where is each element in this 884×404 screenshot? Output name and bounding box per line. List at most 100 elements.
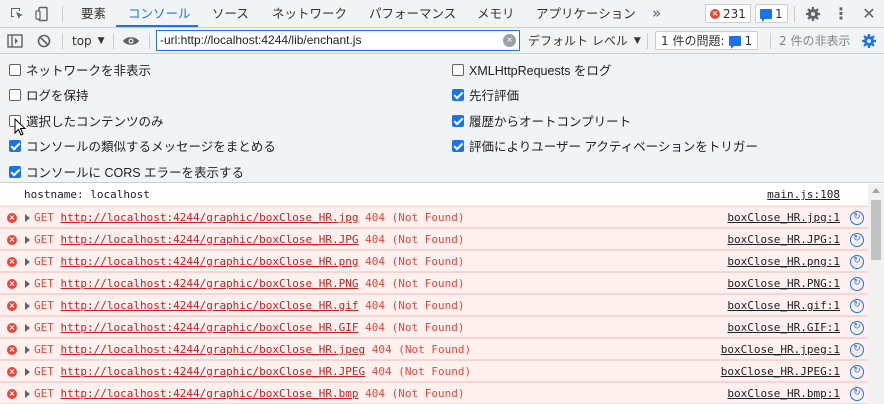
issues-button[interactable]: 1 件の問題: 1 bbox=[655, 31, 759, 50]
log-source-link[interactable]: boxClose_HR.gif:1 bbox=[727, 295, 840, 316]
tab-application[interactable]: アプリケーション bbox=[536, 0, 636, 27]
setting-eager-evaluation[interactable]: 先行評価 bbox=[452, 85, 519, 104]
expand-triangle-icon[interactable] bbox=[25, 368, 30, 376]
checkbox[interactable] bbox=[452, 88, 464, 101]
log-row-error[interactable]: × GET http://localhost:4244/graphic/boxCl… bbox=[0, 228, 868, 250]
error-count: 231 bbox=[723, 6, 746, 21]
log-message: GET http://localhost:4244/graphic/boxClo… bbox=[34, 273, 464, 294]
expand-triangle-icon[interactable] bbox=[25, 258, 30, 266]
setting-user-activation[interactable]: 評価によりユーザー アクティベーションをトリガー bbox=[452, 136, 758, 155]
setting-selected-context-only[interactable]: 選択したコンテンツのみ bbox=[9, 111, 164, 130]
expand-triangle-icon[interactable] bbox=[25, 214, 30, 222]
request-url-link[interactable]: http://localhost:4244/graphic/boxClose_H… bbox=[61, 255, 359, 268]
inspect-element-icon[interactable] bbox=[6, 0, 28, 27]
expand-triangle-icon[interactable] bbox=[25, 280, 30, 288]
gear-icon[interactable] bbox=[802, 0, 824, 27]
setting-autocomplete-history[interactable]: 履歴からオートコンプリート bbox=[452, 111, 631, 130]
network-request-icon[interactable]: ↻ bbox=[850, 211, 864, 225]
setting-preserve-log[interactable]: ログを保持 bbox=[9, 85, 89, 104]
log-row-error[interactable]: × GET http://localhost:4244/graphic/boxCl… bbox=[0, 294, 868, 316]
message-count-badge[interactable]: 1 bbox=[755, 4, 788, 23]
clear-filter-icon[interactable]: × bbox=[503, 34, 516, 47]
tab-elements[interactable]: 要素 bbox=[81, 0, 106, 27]
request-url-link[interactable]: http://localhost:4244/graphic/boxClose_H… bbox=[61, 299, 359, 312]
setting-hide-network[interactable]: ネットワークを非表示 bbox=[9, 60, 151, 79]
error-icon: × bbox=[7, 345, 17, 355]
checkbox[interactable] bbox=[452, 139, 464, 152]
filter-input[interactable]: -url:http://localhost:4244/lib/enchant.j… bbox=[156, 30, 520, 51]
context-selector[interactable]: top ▼ bbox=[72, 28, 105, 53]
log-row-error[interactable]: × GET http://localhost:4244/graphic/boxCl… bbox=[0, 316, 868, 338]
kebab-menu-icon[interactable]: ⋮ bbox=[830, 0, 852, 27]
request-url-link[interactable]: http://localhost:4244/graphic/boxClose_H… bbox=[61, 321, 359, 334]
log-source-link[interactable]: main.js:108 bbox=[767, 184, 840, 205]
network-request-icon[interactable]: ↻ bbox=[850, 255, 864, 269]
checkbox[interactable] bbox=[9, 165, 21, 178]
message-icon bbox=[728, 35, 741, 49]
sidebar-toggle-icon[interactable] bbox=[7, 28, 23, 53]
tab-performance[interactable]: パフォーマンス bbox=[369, 0, 456, 27]
log-row-error[interactable]: × GET http://localhost:4244/graphic/boxCl… bbox=[0, 272, 868, 294]
network-request-icon[interactable]: ↻ bbox=[850, 299, 864, 313]
checkbox[interactable] bbox=[9, 139, 21, 152]
active-tab-indicator bbox=[116, 25, 198, 27]
network-request-icon[interactable]: ↻ bbox=[850, 343, 864, 357]
log-source-link[interactable]: boxClose_HR.PNG:1 bbox=[727, 273, 840, 294]
request-url-link[interactable]: http://localhost:4244/graphic/boxClose_H… bbox=[61, 233, 359, 246]
tab-sources[interactable]: ソース bbox=[212, 0, 249, 27]
request-url-link[interactable]: http://localhost:4244/graphic/boxClose_H… bbox=[61, 211, 359, 224]
log-source-link[interactable]: boxClose_HR.jpg:1 bbox=[727, 207, 840, 228]
close-icon[interactable]: ✕ bbox=[858, 0, 880, 27]
tab-network[interactable]: ネットワーク bbox=[272, 0, 347, 27]
network-request-icon[interactable]: ↻ bbox=[850, 387, 864, 401]
network-request-icon[interactable]: ↻ bbox=[850, 365, 864, 379]
network-request-icon[interactable]: ↻ bbox=[850, 277, 864, 291]
log-source-link[interactable]: boxClose_HR.bmp:1 bbox=[727, 383, 840, 404]
log-row-error[interactable]: × GET http://localhost:4244/graphic/boxCl… bbox=[0, 360, 868, 382]
log-row-error[interactable]: × GET http://localhost:4244/graphic/boxCl… bbox=[0, 338, 868, 360]
console-settings-gear-icon[interactable] bbox=[861, 28, 877, 53]
request-url-link[interactable]: http://localhost:4244/graphic/boxClose_H… bbox=[61, 365, 366, 378]
setting-log-xhr[interactable]: XMLHttpRequests をログ bbox=[452, 60, 611, 79]
expand-triangle-icon[interactable] bbox=[25, 324, 30, 332]
clear-console-icon[interactable] bbox=[37, 28, 51, 53]
error-count-badge[interactable]: × 231 bbox=[705, 4, 751, 23]
log-source-link[interactable]: boxClose_HR.png:1 bbox=[727, 251, 840, 272]
log-source-link[interactable]: boxClose_HR.JPEG:1 bbox=[721, 361, 840, 382]
checkbox[interactable] bbox=[452, 63, 464, 76]
request-url-link[interactable]: http://localhost:4244/graphic/boxClose_H… bbox=[61, 343, 366, 356]
log-message: GET http://localhost:4244/graphic/boxClo… bbox=[34, 383, 464, 404]
log-scrollbar[interactable] bbox=[868, 184, 884, 404]
expand-triangle-icon[interactable] bbox=[25, 346, 30, 354]
tab-memory[interactable]: メモリ bbox=[477, 0, 515, 27]
eye-icon[interactable] bbox=[122, 28, 140, 53]
expand-triangle-icon[interactable] bbox=[25, 302, 30, 310]
http-status: 404 (Not Found) bbox=[365, 299, 465, 312]
log-source-link[interactable]: boxClose_HR.jpeg:1 bbox=[721, 339, 840, 360]
network-request-icon[interactable]: ↻ bbox=[850, 321, 864, 335]
checkbox[interactable] bbox=[9, 63, 21, 76]
log-source-link[interactable]: boxClose_HR.JPG:1 bbox=[727, 229, 840, 250]
network-request-icon[interactable]: ↻ bbox=[850, 233, 864, 247]
device-toolbar-icon[interactable] bbox=[31, 0, 53, 27]
request-url-link[interactable]: http://localhost:4244/graphic/boxClose_H… bbox=[61, 387, 359, 400]
setting-group-similar[interactable]: コンソールの類似するメッセージをまとめる bbox=[9, 136, 276, 155]
checkbox[interactable] bbox=[9, 88, 21, 101]
expand-triangle-icon[interactable] bbox=[25, 236, 30, 244]
log-levels-dropdown[interactable]: デフォルト レベル ▼ bbox=[528, 28, 641, 53]
message-count: 1 bbox=[775, 6, 783, 21]
tab-console[interactable]: コンソール bbox=[128, 0, 191, 27]
scroll-up-arrow[interactable] bbox=[872, 188, 880, 193]
request-url-link[interactable]: http://localhost:4244/graphic/boxClose_H… bbox=[61, 277, 359, 290]
checkbox[interactable] bbox=[452, 114, 464, 127]
log-row-error[interactable]: × GET http://localhost:4244/graphic/boxCl… bbox=[0, 206, 868, 228]
log-row-error[interactable]: × GET http://localhost:4244/graphic/boxCl… bbox=[0, 250, 868, 272]
log-row-error[interactable]: × GET http://localhost:4244/graphic/boxCl… bbox=[0, 382, 868, 404]
more-tabs-button[interactable]: » bbox=[652, 0, 661, 27]
scroll-thumb[interactable] bbox=[871, 200, 881, 260]
setting-show-cors-errors[interactable]: コンソールに CORS エラーを表示する bbox=[9, 162, 244, 181]
http-method: GET bbox=[34, 299, 54, 312]
log-source-link[interactable]: boxClose_HR.GIF:1 bbox=[727, 317, 840, 338]
expand-triangle-icon[interactable] bbox=[25, 390, 30, 398]
http-method: GET bbox=[34, 343, 54, 356]
